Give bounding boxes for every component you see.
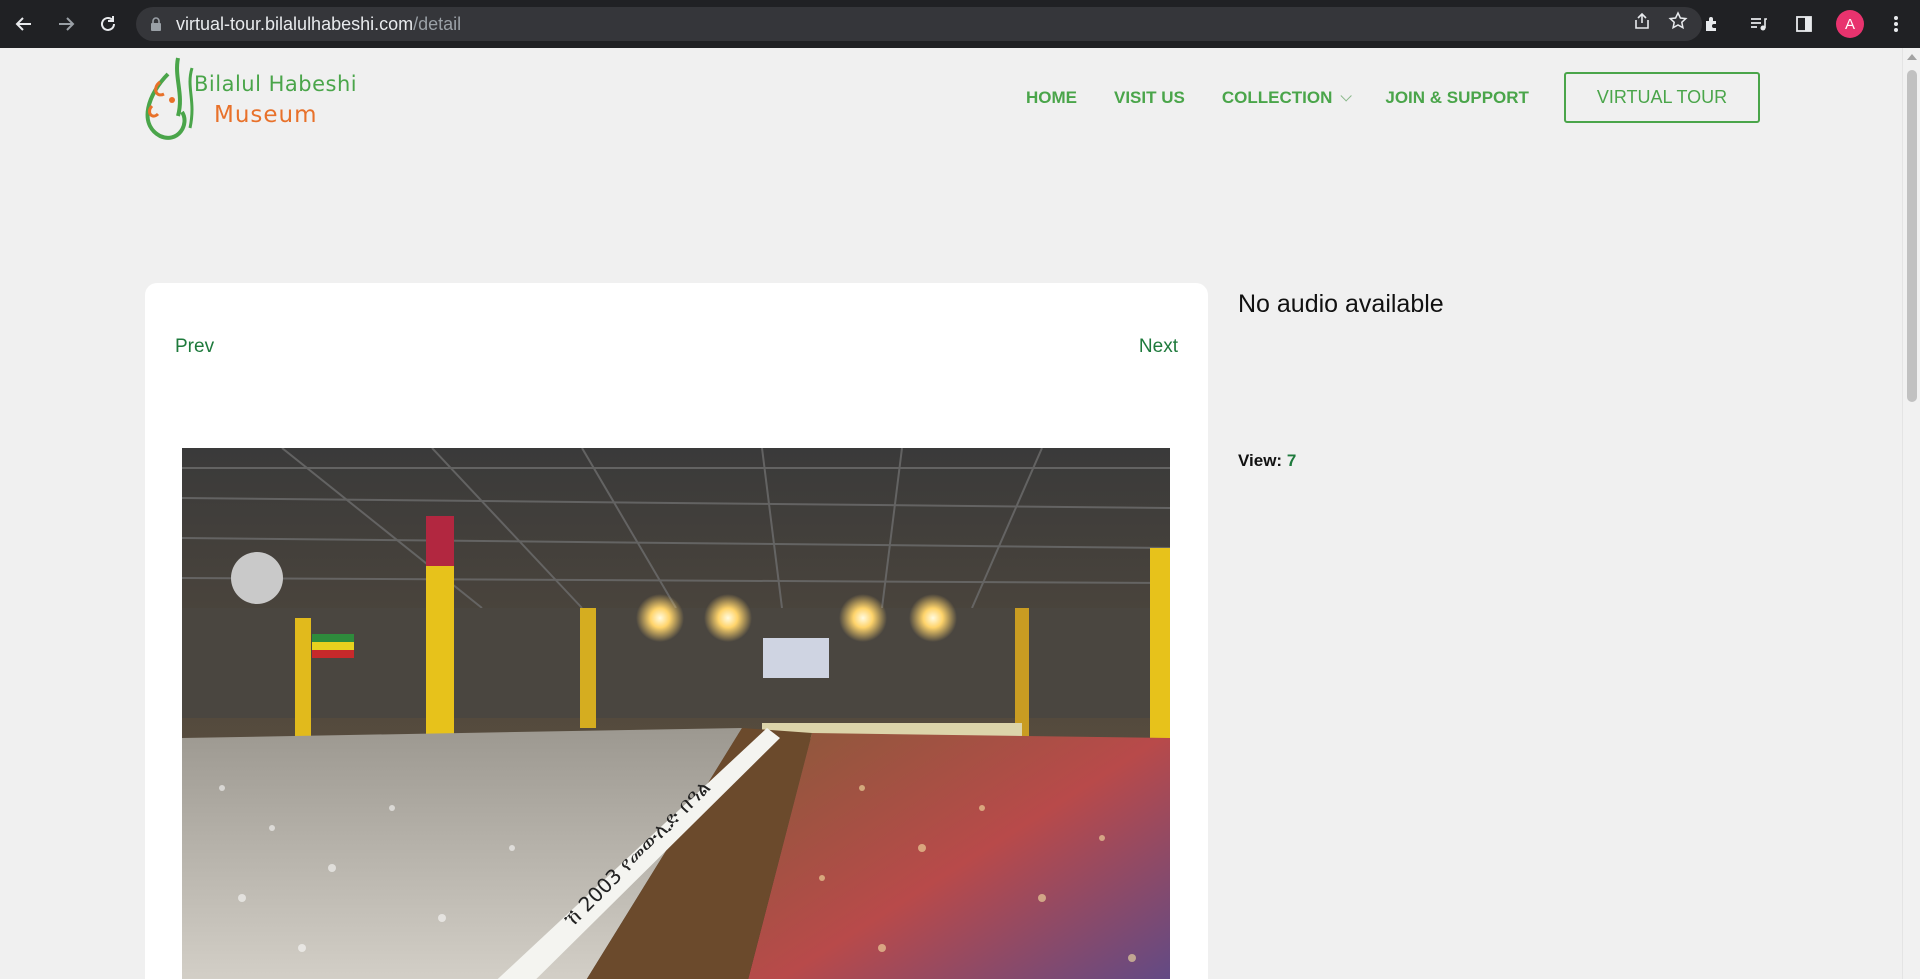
address-bar[interactable]: virtual-tour.bilalulhabeshi.com/detail [136, 7, 1702, 41]
url-path: /detail [413, 13, 462, 34]
no-audio-message: No audio available [1238, 290, 1444, 318]
nav-visit-us[interactable]: VISIT US [1114, 88, 1185, 108]
reload-icon[interactable] [90, 6, 126, 42]
sidepanel-icon[interactable] [1786, 6, 1822, 42]
detail-card: Prev Next ኸ 2003 የመውሊድ በዓል [145, 283, 1208, 979]
avatar: A [1836, 10, 1864, 38]
view-count: View: 7 [1238, 451, 1296, 471]
nav-collection-label: COLLECTION [1221, 88, 1333, 107]
collection-photo[interactable]: ኸ 2003 የመውሊድ በዓል [182, 448, 1170, 979]
share-icon[interactable] [1632, 11, 1652, 37]
page-scrollbar[interactable] [1902, 48, 1920, 979]
star-icon[interactable] [1668, 11, 1688, 37]
logo-text-museum: Museum [214, 102, 318, 128]
extensions-icon[interactable] [1694, 6, 1730, 42]
next-link[interactable]: Next [1139, 336, 1178, 358]
scroll-thumb[interactable] [1907, 70, 1917, 402]
profile-avatar[interactable]: A [1832, 6, 1868, 42]
scroll-up-arrow-icon[interactable] [1907, 54, 1917, 60]
nav-join-support[interactable]: JOIN & SUPPORT [1385, 88, 1529, 108]
virtual-tour-button[interactable]: VIRTUAL TOUR [1564, 72, 1760, 123]
logo-text-name: Bilalul Habeshi [194, 72, 358, 96]
nav-collection[interactable]: COLLECTION [1221, 88, 1353, 108]
lock-icon [151, 17, 161, 31]
hall-crowd-image: ኸ 2003 የመውሊድ በዓል [182, 448, 1170, 979]
logo-calligraphy-icon [145, 57, 194, 140]
chevron-down-icon [1340, 90, 1353, 102]
nav-home[interactable]: HOME [1026, 88, 1077, 108]
prev-link[interactable]: Prev [175, 336, 214, 358]
view-count-value: 7 [1286, 451, 1297, 470]
url-domain: virtual-tour.bilalulhabeshi.com [176, 13, 414, 34]
forward-arrow-icon[interactable] [48, 6, 84, 42]
media-icon[interactable] [1740, 6, 1776, 42]
menu-kebab-icon[interactable] [1878, 6, 1914, 42]
view-count-label: View: [1238, 451, 1283, 470]
browser-toolbar: virtual-tour.bilalulhabeshi.com/detail A [0, 0, 1920, 48]
back-arrow-icon[interactable] [6, 6, 42, 42]
main-nav: HOME VISIT US COLLECTION JOIN & SUPPORT [1026, 88, 1566, 108]
